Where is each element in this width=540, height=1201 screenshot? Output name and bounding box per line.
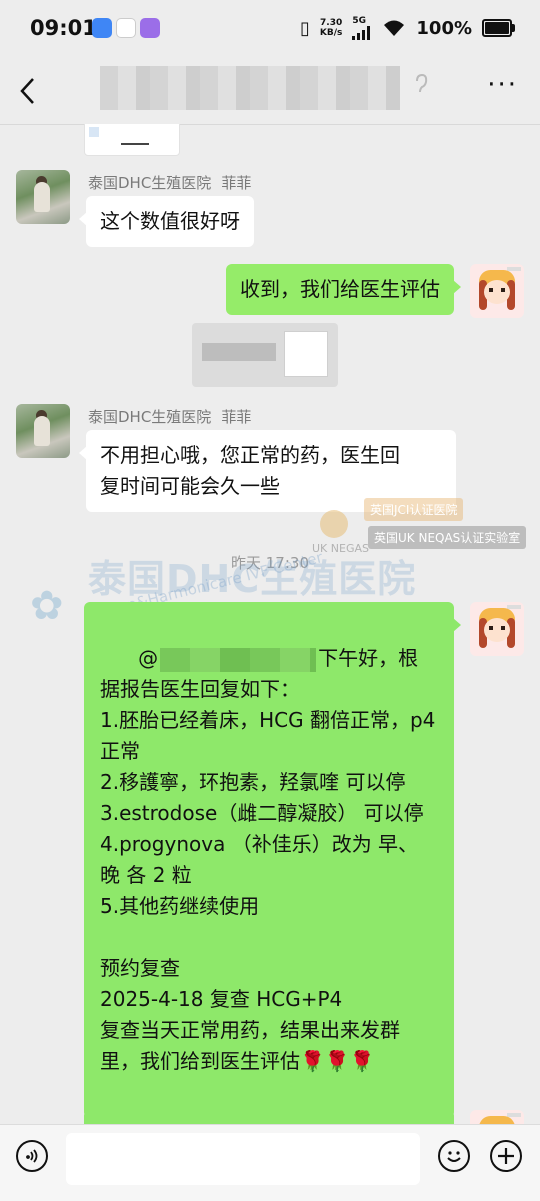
certification-logo-icon: [320, 510, 348, 538]
battery-icon: [482, 19, 515, 37]
message-bubble[interactable]: [84, 1110, 454, 1124]
avatar[interactable]: [470, 264, 524, 318]
voice-icon[interactable]: [16, 1140, 48, 1172]
wifi-icon: [384, 20, 405, 36]
avatar[interactable]: [16, 404, 70, 458]
status-bar: 09:01 ▯ 7.30 KB/s 5G 100%: [0, 0, 540, 58]
more-dots-icon[interactable]: ···: [487, 70, 518, 100]
avatar[interactable]: [470, 1110, 524, 1124]
battery-percent: 100%: [416, 17, 472, 39]
status-time: 09:01: [30, 16, 97, 40]
plus-icon[interactable]: [490, 1140, 522, 1172]
message-bubble[interactable]: 收到，我们给医生评估: [226, 264, 461, 315]
avatar[interactable]: [16, 170, 70, 224]
quoted-image-card[interactable]: [84, 124, 180, 156]
input-bar: [0, 1124, 540, 1201]
watermark-badge: 英国UK NEQAS认证实验室: [368, 526, 527, 549]
chat-title-redacted: [100, 66, 400, 110]
avatar[interactable]: [470, 602, 524, 656]
ear-icon: [414, 73, 428, 99]
watermark-badge: 英国JCI认证医院: [364, 498, 464, 521]
vibrate-icon: ▯: [300, 17, 310, 39]
signal-icon: 5G: [352, 16, 372, 40]
message-bubble[interactable]: 这个数值很好呀: [79, 196, 254, 247]
app-notification-icon: [140, 18, 160, 38]
app-notification-icon: [116, 18, 136, 38]
mention-redacted: [160, 647, 317, 672]
emoji-icon[interactable]: [438, 1140, 470, 1172]
app-notification-icon: [92, 18, 112, 38]
sender-name: 泰国DHC生殖医院 菲菲: [88, 408, 252, 426]
quoted-message-card[interactable]: [192, 323, 338, 387]
message-input[interactable]: [66, 1133, 420, 1185]
hospital-logo-icon: ✿: [30, 583, 64, 629]
status-indicators: ▯ 7.30 KB/s 5G 100%: [300, 14, 515, 42]
sender-name: 泰国DHC生殖医院 菲菲: [88, 174, 252, 192]
message-list[interactable]: 泰国DHC生殖医院 菲菲 这个数值很好呀 收到，我们给医生评估 泰国DHC生殖医院…: [0, 124, 540, 1124]
message-bubble[interactable]: @ 下午好，根据报告医生回复如下： 1.胚胎已经着床，HCG 翻倍正常，p4 正常…: [84, 602, 461, 1118]
back-chevron-icon[interactable]: [18, 76, 36, 112]
network-speed: 7.30 KB/s: [319, 18, 343, 38]
chat-header: ···: [0, 58, 540, 125]
